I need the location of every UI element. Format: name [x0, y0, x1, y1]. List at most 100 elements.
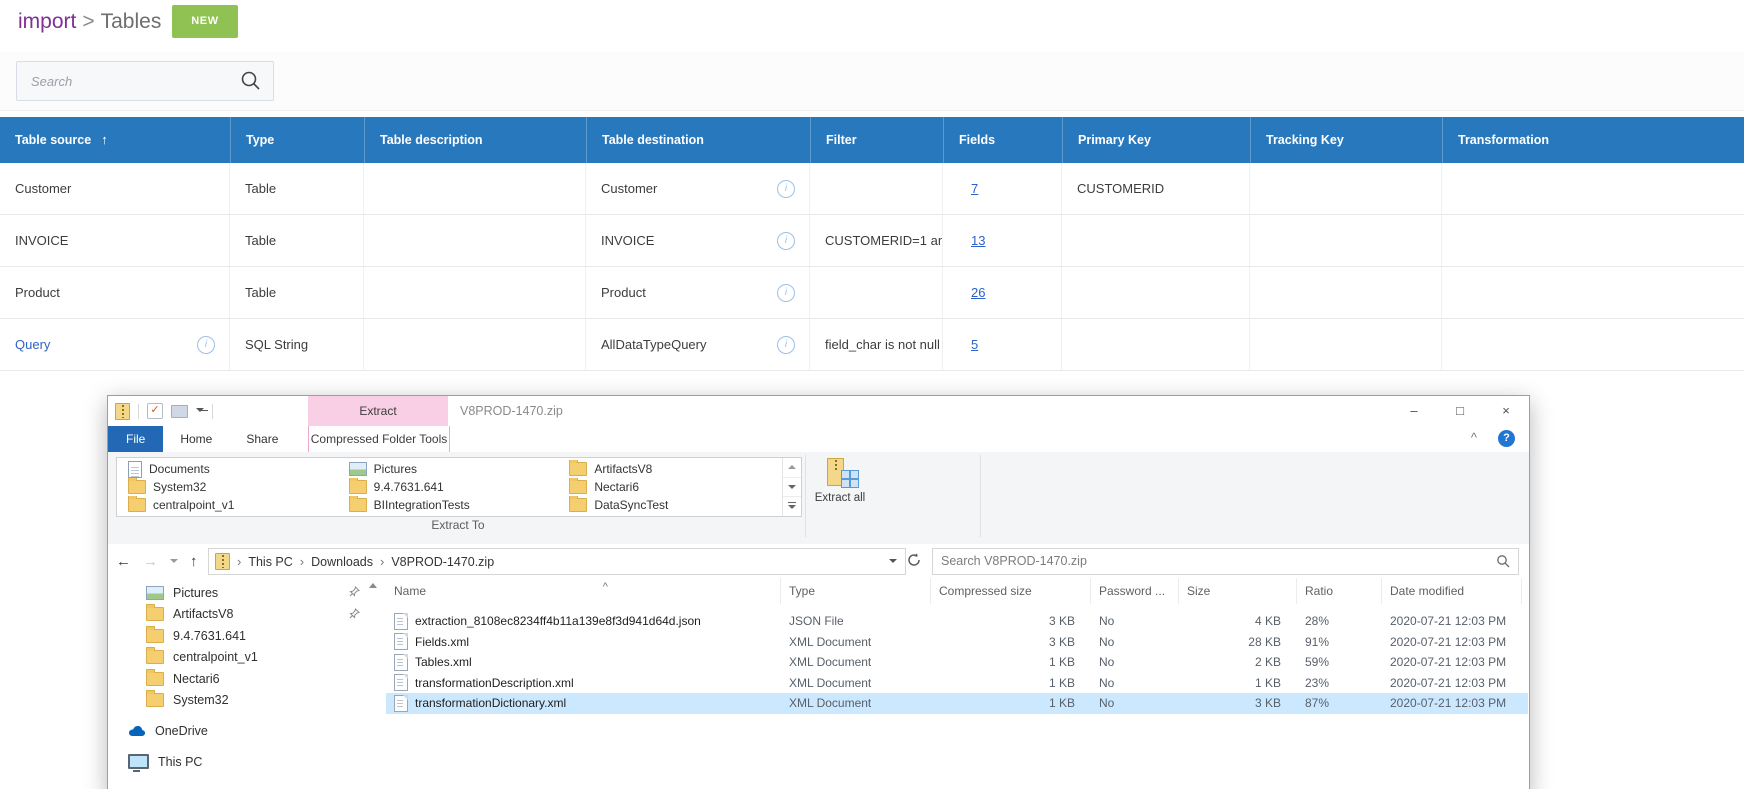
folder-icon	[569, 480, 587, 494]
file-column-label: Password ...	[1099, 584, 1165, 598]
address-bar[interactable]: ›This PC›Downloads›V8PROD-1470.zip	[208, 548, 906, 575]
sidebar-item-centralpoint-v1[interactable]: centralpoint_v1	[108, 647, 386, 669]
ribbon-gallery-item[interactable]: Pictures	[340, 460, 561, 478]
info-icon[interactable]: i	[777, 336, 795, 354]
sidebar-item-artifactsv8[interactable]: ArtifactsV8	[108, 604, 386, 626]
minimize-button[interactable]: –	[1391, 396, 1437, 425]
tab-file[interactable]: File	[108, 426, 163, 452]
file-column-header[interactable]: Password ...	[1091, 578, 1179, 604]
sidebar-item-this-pc[interactable]: This PC	[108, 750, 386, 773]
column-header[interactable]: Tracking Key	[1250, 117, 1442, 163]
up-icon[interactable]: ↑	[190, 553, 198, 570]
cell-filter: field_char is not null	[810, 319, 943, 370]
address-dropdown-icon[interactable]	[889, 559, 897, 563]
column-header[interactable]: Table description	[364, 117, 586, 163]
forward-icon[interactable]: →	[143, 553, 158, 570]
file-row[interactable]: Fields.xmlXML Document3 KBNo28 KB91%2020…	[386, 632, 1528, 653]
cell-tracking-key	[1250, 319, 1442, 370]
file-row[interactable]: transformationDescription.xmlXML Documen…	[386, 673, 1528, 694]
sidebar-item-9-4-7631-641[interactable]: 9.4.7631.641	[108, 625, 386, 647]
info-icon[interactable]: i	[777, 284, 795, 302]
file-compressed-size: 1 KB	[931, 655, 1091, 669]
ribbon-gallery-item[interactable]: DataSyncTest	[560, 496, 781, 514]
table-search[interactable]	[16, 61, 274, 101]
column-header[interactable]: Primary Key	[1062, 117, 1250, 163]
extract-all-button[interactable]: Extract all	[812, 454, 868, 538]
column-header[interactable]: Table source↑	[0, 117, 230, 163]
address-crumb[interactable]: Downloads	[311, 555, 373, 569]
close-button[interactable]: ×	[1483, 396, 1529, 425]
info-icon[interactable]: i	[197, 336, 215, 354]
column-header[interactable]: Type	[230, 117, 364, 163]
fields-count-link[interactable]: 7	[971, 181, 978, 196]
file-column-header[interactable]: Name^	[386, 578, 781, 604]
sidebar-item-pictures[interactable]: Pictures	[108, 582, 386, 604]
scroll-up-icon[interactable]	[369, 583, 377, 588]
cell-fields: 26	[943, 267, 1062, 318]
gallery-scroll-down-icon[interactable]	[783, 478, 801, 498]
ribbon-gallery-item[interactable]: 9.4.7631.641	[340, 478, 561, 496]
tab-home[interactable]: Home	[163, 426, 229, 452]
file-column-header[interactable]: Ratio	[1297, 578, 1382, 604]
file-column-header[interactable]: Compressed size	[931, 578, 1091, 604]
file-type: XML Document	[781, 676, 931, 690]
magnifier-icon[interactable]	[1496, 554, 1511, 569]
ribbon-gallery-item[interactable]: Documents	[119, 460, 340, 478]
file-column-header[interactable]: Size	[1179, 578, 1297, 604]
explorer-search-box[interactable]: Search V8PROD-1470.zip	[932, 548, 1519, 575]
address-crumb[interactable]: V8PROD-1470.zip	[391, 555, 494, 569]
column-header[interactable]: Fields	[943, 117, 1062, 163]
recent-locations-icon[interactable]	[170, 559, 178, 563]
column-header[interactable]: Filter	[810, 117, 943, 163]
customize-toolbar-dropdown-icon[interactable]	[196, 408, 204, 415]
ribbon-gallery-item[interactable]: Nectari6	[560, 478, 781, 496]
back-icon[interactable]: ←	[116, 553, 131, 570]
info-icon[interactable]: i	[777, 180, 795, 198]
crumb-separator-icon[interactable]: ›	[293, 554, 311, 569]
cell-transformation	[1442, 215, 1744, 266]
fields-count-link[interactable]: 13	[971, 233, 985, 248]
tab-compressed-folder-tools[interactable]: Compressed Folder Tools	[308, 426, 450, 452]
column-header[interactable]: Transformation	[1442, 117, 1744, 163]
ribbon-gallery-item[interactable]: centralpoint_v1	[119, 496, 340, 514]
folder-icon[interactable]	[171, 405, 188, 418]
fields-count-link[interactable]: 26	[971, 285, 985, 300]
folder-icon	[349, 498, 367, 512]
breadcrumb-section[interactable]: import	[18, 10, 76, 33]
refresh-icon[interactable]	[906, 552, 922, 568]
magnifier-icon[interactable]	[239, 69, 263, 93]
collapse-ribbon-icon[interactable]: ^	[1471, 426, 1477, 450]
ribbon-gallery-item[interactable]: ArtifactsV8	[560, 460, 781, 478]
sidebar-item-system32[interactable]: System32	[108, 690, 386, 712]
sidebar-item-onedrive[interactable]: OneDrive	[108, 719, 386, 742]
picture-icon	[146, 586, 164, 600]
file-column-header[interactable]: Type	[781, 578, 931, 604]
file-row[interactable]: extraction_8108ec8234ff4b11a139e8f3d941d…	[386, 611, 1528, 632]
file-row[interactable]: Tables.xmlXML Document1 KBNo2 KB59%2020-…	[386, 652, 1528, 673]
column-header[interactable]: Table destination	[586, 117, 810, 163]
info-icon[interactable]: i	[777, 232, 795, 250]
ribbon-gallery-item[interactable]: BIIntegrationTests	[340, 496, 561, 514]
gallery-more-icon[interactable]	[783, 497, 801, 516]
sidebar-scrollbar[interactable]	[367, 580, 378, 730]
titlebar[interactable]: ✓ Extract V8PROD-1470.zip – □ ×	[108, 396, 1529, 426]
sidebar-item-nectari6[interactable]: Nectari6	[108, 668, 386, 690]
gallery-item-label: Documents	[149, 462, 210, 476]
help-icon[interactable]: ?	[1498, 430, 1515, 447]
ribbon-gallery-item[interactable]: System32	[119, 478, 340, 496]
crumb-separator-icon[interactable]: ›	[230, 554, 248, 569]
gallery-scroll-up-icon[interactable]	[783, 458, 801, 478]
address-crumb[interactable]: This PC	[248, 555, 292, 569]
divider	[212, 404, 213, 419]
tab-share[interactable]: Share	[229, 426, 295, 452]
gallery-item-label: BIIntegrationTests	[374, 498, 470, 512]
search-input[interactable]	[29, 62, 223, 100]
file-row[interactable]: transformationDictionary.xmlXML Document…	[386, 693, 1528, 714]
checkbox-icon[interactable]: ✓	[147, 403, 163, 419]
crumb-separator-icon[interactable]: ›	[373, 554, 391, 569]
table-source-value[interactable]: Query	[15, 337, 50, 352]
new-button[interactable]: NEW	[172, 5, 238, 38]
maximize-button[interactable]: □	[1437, 396, 1483, 425]
file-column-header[interactable]: Date modified	[1382, 578, 1522, 604]
fields-count-link[interactable]: 5	[971, 337, 978, 352]
